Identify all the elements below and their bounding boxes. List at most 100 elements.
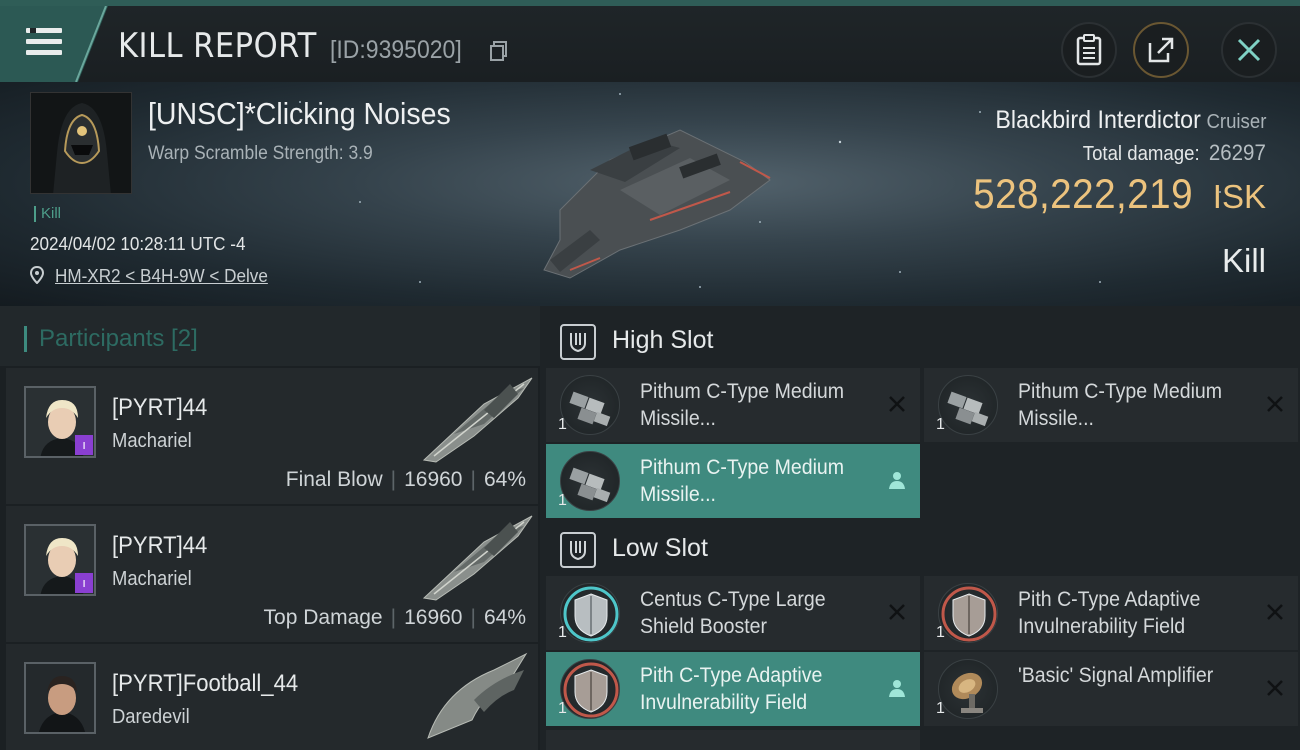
dropped-person-icon (889, 680, 905, 697)
participants-header: Participants [2] (0, 306, 540, 366)
participant-avatar (24, 662, 96, 734)
kill-location[interactable]: HM-XR2 < B4H-9W < Delve (29, 265, 279, 287)
module-name: Pithum C-Type Medium Missile... (640, 380, 845, 430)
report-id: [ID:9395020] (330, 36, 462, 64)
clipboard-button[interactable] (1061, 22, 1117, 78)
page-title: KILL REPORT (118, 26, 317, 66)
destroyed-icon (1267, 396, 1283, 412)
module-item[interactable]: 1 Centus C-Type Large Shield Booster (546, 576, 920, 650)
module-item[interactable]: 1 Pith C-Type Adaptive Invulnerability F… (546, 652, 920, 726)
low-slot-icon (560, 532, 596, 568)
destroyed-icon (1267, 604, 1283, 620)
participant-ship: Machariel (112, 568, 192, 590)
ship-class: Cruiser (1206, 111, 1266, 133)
module-quantity: 1 (936, 624, 945, 641)
copy-icon[interactable] (490, 41, 508, 61)
share-button[interactable] (1133, 22, 1189, 78)
signal-amplifier-icon (938, 659, 998, 719)
result-label: Kill (1221, 242, 1266, 279)
location-pin-icon (29, 265, 45, 285)
participant-percent: 64% (483, 468, 526, 491)
corp-badge-icon: ı (75, 573, 93, 593)
module-item[interactable]: 1 Pith C-Type Adaptive Invulnerability F… (924, 576, 1298, 650)
total-damage-label: Total damage: (1082, 143, 1200, 165)
victim-ship: Blackbird Interdictor Cruiser (995, 106, 1266, 135)
participant-ship: Machariel (112, 430, 192, 452)
high-slot-icon (560, 324, 596, 360)
menu-icon (26, 28, 62, 58)
total-damage-value: 26297 (1209, 140, 1266, 165)
module-name: Pithum C-Type Medium Missile... (1018, 380, 1223, 430)
participants-title: Participants [2] (24, 326, 198, 352)
participant-ship-image (427, 652, 528, 739)
kill-datetime: 2024/04/02 10:28:11 UTC -4 (30, 234, 246, 254)
kill-tag: Kill (34, 206, 61, 222)
location-link[interactable]: HM-XR2 < B4H-9W < Delve (55, 266, 268, 287)
header-bar: KILL REPORT [ID:9395020] (0, 0, 1300, 82)
missile-launcher-icon (938, 375, 998, 435)
module-quantity: 1 (558, 416, 567, 433)
participant-label: Top Damage (263, 606, 383, 629)
total-damage: Total damage: 26297 (1083, 140, 1266, 166)
victim-name: [UNSC]*Clicking Noises (148, 96, 451, 131)
missile-launcher-icon (560, 451, 620, 511)
divider: | (470, 468, 476, 491)
module-name: Pith C-Type Adaptive Invulnerability Fie… (1018, 588, 1201, 638)
fitting-panel: High Slot 1 Pithum C-Type Medium Missile… (540, 306, 1300, 750)
participant-label: Final Blow (285, 468, 383, 491)
isk-amount: 528,222,219 (972, 170, 1193, 217)
dropped-person-icon (889, 472, 905, 489)
participant-name: [PYRT]44 (112, 532, 208, 559)
missile-launcher-icon (560, 375, 620, 435)
participant-name: [PYRT]44 (112, 394, 208, 421)
destroyed-icon (889, 396, 905, 412)
participant-row[interactable]: [PYRT]Football_44 Daredevil (6, 644, 538, 750)
warp-scramble-strength: Warp Scramble Strength: 3.9 (148, 143, 373, 164)
victim-panel: [UNSC]*Clicking Noises Warp Scramble Str… (0, 82, 1300, 306)
participant-avatar: ı (24, 524, 96, 596)
participant-stats: Final Blow | 16960 | 64% (286, 468, 526, 492)
divider: | (470, 606, 476, 629)
close-icon (1237, 38, 1261, 62)
participant-ship-image (422, 515, 533, 601)
module-item[interactable]: 1 'Basic' Signal Amplifier (924, 652, 1298, 726)
invulnerability-field-icon (938, 583, 998, 643)
participant-row[interactable]: ı [PYRT]44 Machariel Top Damage | 16960 | 64… (6, 506, 538, 642)
pilot-portrait-icon (26, 664, 94, 732)
low-slot-header: Low Slot (548, 520, 1298, 578)
participant-damage: 16960 (404, 468, 463, 491)
module-name: Pith C-Type Adaptive Invulnerability Fie… (640, 664, 823, 714)
share-icon (1148, 37, 1174, 63)
participant-avatar: ı (24, 386, 96, 458)
clipboard-icon (1076, 34, 1102, 66)
module-name: 'Basic' Signal Amplifier (1018, 664, 1214, 687)
module-name: Centus C-Type Large Shield Booster (640, 588, 826, 638)
divider: | (390, 468, 397, 491)
participant-percent: 64% (483, 606, 526, 629)
participant-name: [PYRT]Football_44 (112, 670, 299, 697)
module-quantity: 1 (558, 492, 567, 509)
divider: | (390, 606, 397, 629)
high-slot-label: High Slot (612, 326, 714, 354)
ship-name: Blackbird Interdictor (995, 106, 1201, 134)
participant-ship-image (422, 377, 533, 463)
module-item[interactable]: 1 Pithum C-Type Medium Missile... (546, 368, 920, 442)
participant-row[interactable]: ı [PYRT]44 Machariel Final Blow | 16960 | 64… (6, 368, 538, 504)
close-button[interactable] (1221, 22, 1277, 78)
module-item[interactable]: 1 Pithum C-Type Medium Missile... (924, 368, 1298, 442)
high-slot-header: High Slot (548, 312, 1298, 370)
victim-portrait[interactable] (30, 92, 132, 194)
module-quantity: 1 (558, 624, 567, 641)
module-item-partial[interactable] (546, 730, 920, 750)
menu-button[interactable] (0, 6, 108, 82)
participant-ship: Daredevil (112, 706, 190, 728)
helmet-avatar-icon (31, 93, 131, 193)
participants-panel: Participants [2] ı [PYRT]44 Machariel Fi… (0, 306, 540, 750)
module-item[interactable]: 1 Pithum C-Type Medium Missile... (546, 444, 920, 518)
module-quantity: 1 (936, 416, 945, 433)
module-quantity: 1 (936, 700, 945, 717)
destroyed-icon (889, 604, 905, 620)
module-quantity: 1 (558, 700, 567, 717)
participant-damage: 16960 (404, 606, 463, 629)
victim-ship-image (543, 129, 771, 279)
